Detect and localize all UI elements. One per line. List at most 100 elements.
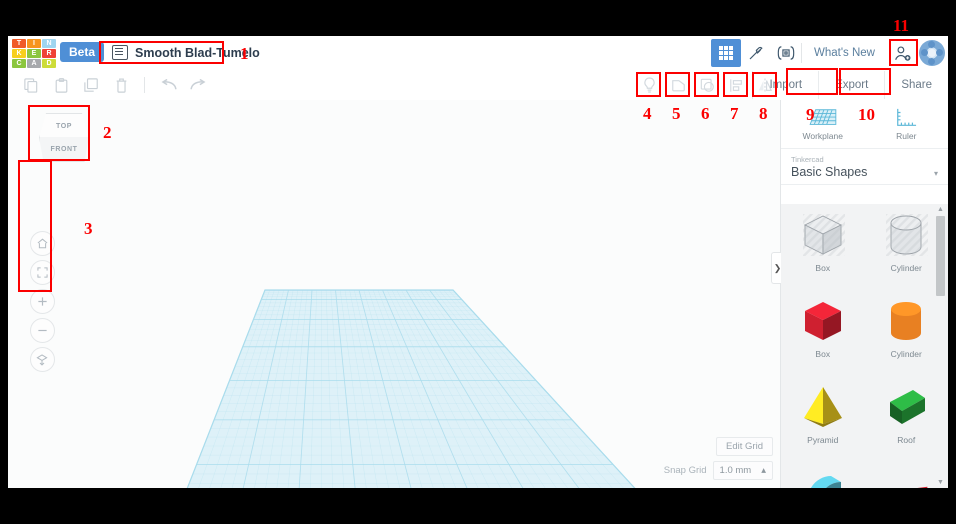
tinkercad-logo[interactable]: TIN KER CAD — [12, 39, 56, 68]
top-bar-right-group: What's New — [711, 36, 948, 70]
shapes-list[interactable]: Box Cylinder Box Cylinder Pyramid Roof T… — [781, 204, 948, 488]
zoom-in-icon[interactable] — [29, 289, 55, 314]
group-shapes-icon[interactable] — [667, 74, 689, 96]
copy-icon[interactable] — [20, 74, 42, 96]
edit-actions-group — [20, 70, 209, 100]
library-source: Tinkercad — [791, 155, 824, 164]
logo-tile: A — [27, 59, 41, 68]
grid-view-icon[interactable] — [711, 39, 741, 67]
shape-item-label: Box — [815, 263, 831, 273]
file-actions-group: Import Export Share — [752, 70, 948, 100]
view-cube-top-label: TOP — [55, 122, 73, 130]
shape-item-label: Pyramid — [807, 435, 839, 445]
tinker-hammer-icon[interactable] — [741, 39, 771, 67]
marker-number-2: 2 — [103, 123, 112, 142]
logo-tile: D — [42, 59, 56, 68]
tinkercad-app-window: TINKERCAD Beta Smooth Blad-Tumelo What's… — [8, 36, 948, 488]
shape-item[interactable]: Box — [781, 290, 865, 376]
shape-item-label: Cylinder — [890, 263, 922, 273]
view-cube[interactable]: TOP FRONT — [35, 113, 91, 162]
account-avatar-icon[interactable] — [919, 40, 945, 66]
roof-icon — [890, 390, 926, 424]
home-view-icon[interactable] — [29, 231, 55, 256]
snap-grid-select[interactable]: 1.0 mm ▴ — [712, 461, 773, 480]
shape-item[interactable]: Box — [781, 204, 865, 290]
hole-box-icon — [802, 214, 845, 256]
logo-tile: T — [12, 39, 26, 48]
shape-item[interactable]: Pyramid — [781, 376, 865, 462]
pyramid-icon — [803, 387, 842, 427]
marker-number-5: 5 — [672, 104, 681, 123]
ruler-tool-label: Ruler — [896, 131, 917, 141]
nav-controls — [26, 226, 58, 377]
solid-cylinder-icon — [891, 302, 922, 340]
invite-person-button[interactable] — [887, 39, 917, 67]
shape-item-label: Cylinder — [890, 349, 922, 359]
ruler-icon — [897, 108, 917, 126]
chevron-up-icon: ▴ — [761, 465, 766, 476]
shapes-scrollbar[interactable]: ▲ ▼ — [936, 206, 945, 486]
duplicate-icon[interactable] — [80, 74, 102, 96]
marker-number-6: 6 — [701, 104, 710, 123]
paste-icon[interactable] — [50, 74, 72, 96]
round-roof-icon — [810, 476, 841, 488]
logo-tile: E — [27, 49, 41, 58]
edit-toolbar: Import Export Share — [8, 70, 948, 101]
view-cube-front-face[interactable]: FRONT — [39, 137, 89, 162]
chevron-down-icon[interactable]: ▾ — [934, 169, 938, 178]
logo-tile: N — [42, 39, 56, 48]
library-name: Basic Shapes — [791, 165, 868, 179]
marker-number-8: 8 — [759, 104, 768, 123]
redo-icon[interactable] — [187, 74, 209, 96]
view-cube-top-face[interactable]: TOP — [39, 113, 89, 138]
text-shape-icon: TEXT — [880, 483, 928, 488]
view-cube-front-label: FRONT — [50, 145, 78, 153]
lightbulb-hint-icon[interactable] — [638, 74, 660, 96]
align-icon[interactable] — [725, 74, 747, 96]
import-button[interactable]: Import — [752, 71, 818, 99]
scrollbar-thumb[interactable] — [936, 216, 945, 296]
ruler-tool[interactable]: Ruler — [865, 100, 949, 148]
svg-text:TEXT: TEXT — [880, 483, 928, 488]
marker-number-4: 4 — [643, 104, 652, 123]
3d-canvas[interactable]: Workplane TOP FRONT — [8, 100, 781, 488]
edit-grid-button[interactable]: Edit Grid — [716, 437, 773, 456]
marker-number-9: 9 — [806, 105, 815, 124]
snap-grid-value: 1.0 mm — [719, 465, 752, 476]
marker-number-11: 11 — [893, 16, 910, 35]
scroll-down-arrow-icon[interactable]: ▼ — [937, 479, 944, 486]
logo-tile: R — [42, 49, 56, 58]
shape-item-label: Roof — [897, 435, 916, 445]
shape-item-label: Box — [815, 349, 831, 359]
zoom-out-icon[interactable] — [29, 318, 55, 343]
undo-icon[interactable] — [157, 74, 179, 96]
hole-cylinder-icon — [886, 214, 929, 256]
export-button[interactable]: Export — [818, 71, 884, 99]
workplane-tool[interactable]: Workplane — [781, 100, 865, 148]
ungroup-shapes-icon[interactable] — [696, 74, 718, 96]
fit-to-view-icon[interactable] — [29, 260, 55, 285]
marker-number-1: 1 — [240, 44, 249, 63]
logo-tile: I — [27, 39, 41, 48]
marker-number-10: 10 — [858, 105, 875, 124]
shape-item[interactable] — [781, 462, 865, 488]
snap-grid-row: Snap Grid 1.0 mm ▴ — [664, 461, 773, 480]
marker-number-3: 3 — [84, 219, 93, 238]
list-icon — [112, 45, 128, 60]
workplane-tool-label: Workplane — [802, 131, 843, 141]
perspective-toggle-icon[interactable] — [29, 347, 55, 372]
solid-box-icon — [804, 302, 841, 340]
toolbar-divider — [144, 77, 145, 93]
logo-tile: K — [12, 49, 26, 58]
scroll-up-arrow-icon[interactable]: ▲ — [937, 206, 944, 213]
snap-grid-label: Snap Grid — [663, 465, 707, 476]
shapes-panel: ❯ Workplane Ruler Tinkercad Basic Shapes… — [771, 100, 949, 488]
beta-badge: Beta — [60, 42, 105, 62]
library-header[interactable]: Tinkercad Basic Shapes ▾ — [781, 149, 948, 185]
codeblocks-icon[interactable] — [771, 39, 801, 67]
whats-new-link[interactable]: What's New — [801, 43, 887, 63]
workplane-grid — [186, 289, 636, 488]
logo-tile: C — [12, 59, 26, 68]
delete-trash-icon[interactable] — [110, 74, 132, 96]
share-button[interactable]: Share — [884, 71, 948, 99]
